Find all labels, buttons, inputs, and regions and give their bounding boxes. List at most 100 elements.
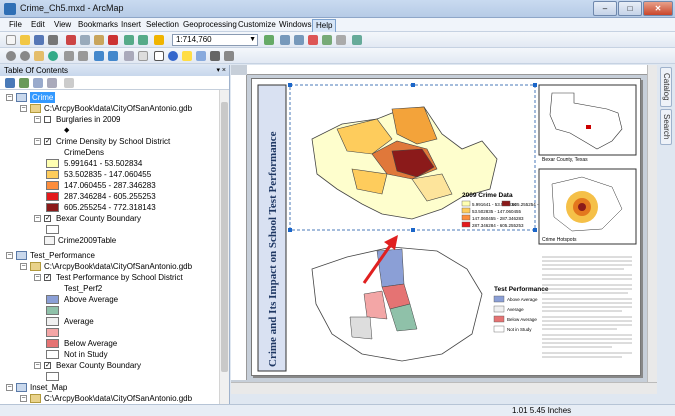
minimize-button[interactable]: – <box>593 1 617 16</box>
collapse-icon[interactable]: − <box>34 362 41 369</box>
scale-dropdown[interactable]: 1:714,760 ▼ <box>172 34 258 46</box>
crime-legend-swatch <box>461 200 471 207</box>
list-by-visibility-icon[interactable] <box>33 78 43 88</box>
legend-swatch <box>46 372 59 381</box>
zoom-in-icon[interactable] <box>6 51 16 61</box>
add-data-icon[interactable] <box>154 35 164 45</box>
selection-handle <box>411 228 415 232</box>
layer-visibility-checkbox[interactable] <box>44 116 51 123</box>
hyperlink-icon[interactable] <box>182 51 192 61</box>
table-icon[interactable] <box>280 35 290 45</box>
test-legend-label: Not in Study <box>507 327 532 332</box>
catalog-icon[interactable] <box>294 35 304 45</box>
delete-icon[interactable] <box>108 35 118 45</box>
menu-bookmarks[interactable]: Bookmarks <box>75 19 121 31</box>
collapse-icon[interactable]: − <box>20 105 27 112</box>
menu-help[interactable]: Help <box>312 19 337 33</box>
test-legend-label: Above Average <box>507 297 538 302</box>
layout-view[interactable]: Crime and Its Impact on School Test Perf… <box>231 65 657 394</box>
layer-visibility-checkbox[interactable]: ✓ <box>44 274 51 281</box>
zoom-out-icon[interactable] <box>20 51 30 61</box>
find-icon[interactable] <box>224 51 234 61</box>
modelbuilder-icon[interactable] <box>352 35 362 45</box>
menu-windows[interactable]: Windows <box>276 19 314 31</box>
selection-handle <box>533 228 537 232</box>
side-title-text: Crime and Its Impact on School Test Perf… <box>267 131 279 367</box>
legend-swatch <box>46 295 59 304</box>
toc-header-buttons[interactable]: ▾ × <box>216 65 226 76</box>
select-features-icon[interactable] <box>124 51 134 61</box>
forward-icon[interactable] <box>108 51 118 61</box>
legend-class-label: Not in Study <box>64 350 108 359</box>
crime-legend-label: 147.060455 - 287.346283 <box>472 216 524 221</box>
fixed-zoom-in-icon[interactable] <box>64 51 74 61</box>
legend-swatch <box>46 306 59 315</box>
editor-icon[interactable] <box>264 35 274 45</box>
menu-edit[interactable]: Edit <box>28 19 48 31</box>
collapse-icon[interactable]: − <box>6 252 13 259</box>
layout-vertical-scrollbar[interactable] <box>647 65 657 382</box>
layout-page[interactable]: Crime and Its Impact on School Test Perf… <box>251 78 641 376</box>
collapse-icon[interactable]: − <box>34 274 41 281</box>
toc-scrollbar[interactable] <box>219 90 229 404</box>
fixed-zoom-out-icon[interactable] <box>78 51 88 61</box>
menu-file[interactable]: File <box>6 19 25 31</box>
collapse-icon[interactable]: − <box>34 116 41 123</box>
layer-visibility-checkbox[interactable]: ✓ <box>44 362 51 369</box>
toc-item-crime-density-label: Crime Density by School District <box>56 137 171 146</box>
point-symbol-icon: ◆ <box>64 127 70 134</box>
redo-icon[interactable] <box>138 35 148 45</box>
menu-insert[interactable]: Insert <box>118 19 144 31</box>
open-icon[interactable] <box>20 35 30 45</box>
tools-toolbar <box>0 48 675 64</box>
collapse-icon[interactable]: − <box>6 94 13 101</box>
cut-icon[interactable] <box>66 35 76 45</box>
clear-selection-icon[interactable] <box>138 51 148 61</box>
select-elements-icon[interactable] <box>154 51 164 61</box>
toc-scrollbar-thumb[interactable] <box>221 102 228 372</box>
layout-horizontal-scrollbar[interactable] <box>231 382 657 394</box>
geodatabase-icon <box>30 262 41 271</box>
chevron-down-icon: ▼ <box>249 36 256 43</box>
collapse-icon[interactable]: − <box>34 138 41 145</box>
menu-customize[interactable]: Customize <box>235 19 279 31</box>
crime-legend-swatch <box>461 221 471 228</box>
catalog-tab[interactable]: Catalog <box>660 67 672 107</box>
layer-visibility-checkbox[interactable]: ✓ <box>44 215 51 222</box>
options-icon[interactable] <box>64 78 74 88</box>
new-icon[interactable] <box>6 35 16 45</box>
close-button[interactable]: ✕ <box>643 1 673 16</box>
list-by-selection-icon[interactable] <box>47 78 57 88</box>
geodatabase-icon <box>30 104 41 113</box>
selection-handle <box>411 83 415 87</box>
search-tab[interactable]: Search <box>660 109 672 145</box>
layer-visibility-checkbox[interactable]: ✓ <box>44 138 51 145</box>
identify-icon[interactable] <box>168 51 178 61</box>
full-extent-icon[interactable] <box>48 51 58 61</box>
save-icon[interactable] <box>34 35 44 45</box>
maximize-button[interactable]: □ <box>618 1 642 16</box>
arctoolbox-icon[interactable] <box>322 35 332 45</box>
collapse-icon[interactable]: − <box>20 395 27 402</box>
toc-item-test-boundary-label: Bexar County Boundary <box>56 361 141 370</box>
collapse-icon[interactable]: − <box>6 384 13 391</box>
menu-view[interactable]: View <box>51 19 74 31</box>
pan-icon[interactable] <box>34 51 44 61</box>
undo-icon[interactable] <box>124 35 134 45</box>
legend-swatch <box>46 203 59 212</box>
back-icon[interactable] <box>94 51 104 61</box>
menu-geoprocessing[interactable]: Geoprocessing <box>180 19 240 31</box>
copy-icon[interactable] <box>80 35 90 45</box>
measure-icon[interactable] <box>210 51 220 61</box>
search-icon[interactable] <box>308 35 318 45</box>
collapse-icon[interactable]: − <box>20 263 27 270</box>
collapse-icon[interactable]: − <box>34 215 41 222</box>
table-icon <box>44 236 55 245</box>
paste-icon[interactable] <box>94 35 104 45</box>
list-by-drawing-order-icon[interactable] <box>5 78 15 88</box>
menu-selection[interactable]: Selection <box>143 19 182 31</box>
print-icon[interactable] <box>48 35 58 45</box>
list-by-source-icon[interactable] <box>19 78 29 88</box>
html-popup-icon[interactable] <box>196 51 206 61</box>
python-icon[interactable] <box>336 35 346 45</box>
